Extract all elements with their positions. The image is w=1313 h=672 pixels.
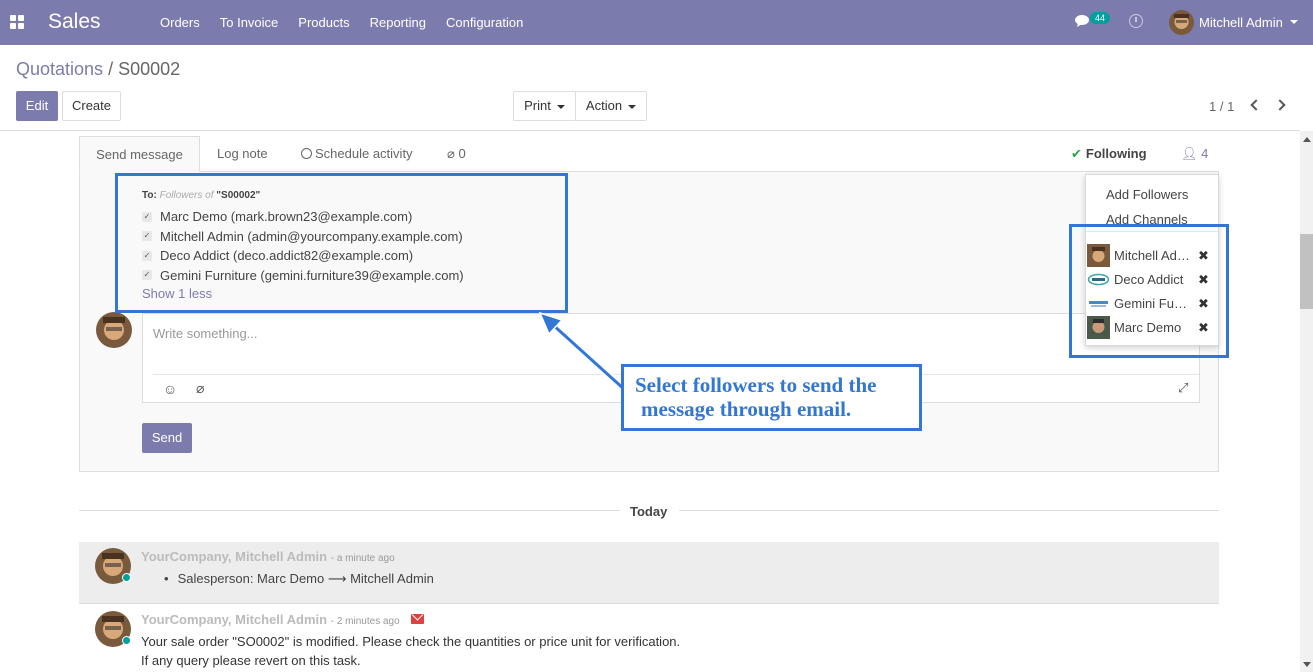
apps-menu-icon[interactable] — [10, 15, 24, 29]
pager-value[interactable]: 1 / 1 — [1209, 99, 1234, 114]
add-followers-item[interactable]: Add Followers — [1106, 187, 1188, 202]
menu-item-reporting[interactable]: Reporting — [370, 0, 426, 45]
composer-avatar — [96, 312, 132, 348]
edit-button[interactable]: Edit — [16, 91, 58, 121]
tab-attachments[interactable]: ⌀ 0 — [447, 136, 466, 172]
print-caret-icon — [556, 104, 565, 109]
date-separator: Today — [630, 504, 668, 519]
action-label: Action — [585, 98, 623, 113]
message-placeholder: Write something... — [153, 326, 258, 341]
menu-item-products[interactable]: Products — [298, 0, 349, 45]
message-author[interactable]: YourCompany, Mitchell Admin - a minute a… — [141, 549, 395, 564]
print-label: Print — [524, 98, 551, 113]
user-avatar[interactable] — [1169, 10, 1194, 35]
message-body-line: If any query please revert on this task. — [141, 653, 361, 668]
author-name: YourCompany, Mitchell Admin — [141, 612, 328, 627]
send-button[interactable]: Send — [142, 423, 192, 453]
tab-schedule-activity[interactable]: Schedule activity — [301, 136, 413, 172]
breadcrumb-separator: / — [108, 59, 114, 79]
user-name[interactable]: Mitchell Admin — [1199, 15, 1283, 30]
user-menu-caret-icon[interactable] — [1290, 20, 1298, 24]
menu-item-to-invoice[interactable]: To Invoice — [220, 0, 279, 45]
annotation-callout: Select followers to send the message thr… — [621, 364, 922, 431]
main-menu: Orders To Invoice Products Reporting Con… — [160, 0, 543, 45]
app-name[interactable]: Sales — [48, 10, 101, 34]
create-button[interactable]: Create — [62, 91, 121, 121]
tab-send-message[interactable]: Send message — [79, 136, 200, 172]
chat-count-badge: 44 — [1090, 12, 1111, 24]
message-author[interactable]: YourCompany, Mitchell Admin - 2 minutes … — [141, 612, 400, 627]
following-label: Following — [1085, 146, 1147, 161]
message-body-line: Your sale order "SO0002" is modified. Pl… — [141, 634, 681, 649]
vertical-scrollbar[interactable] — [1300, 131, 1313, 672]
online-status-icon — [122, 636, 131, 645]
message-time: - 2 minutes ago — [330, 616, 400, 627]
scrollbar-thumb[interactable] — [1300, 234, 1313, 309]
callout-line-1: Select followers to send the — [635, 373, 877, 397]
menu-item-orders[interactable]: Orders — [160, 0, 200, 45]
breadcrumb-quotations[interactable]: Quotations — [16, 59, 103, 79]
menu-item-configuration[interactable]: Configuration — [446, 0, 523, 45]
author-name: YourCompany, Mitchell Admin — [141, 549, 328, 564]
callout-line-2: message through email. — [641, 397, 852, 421]
recipients-highlight-box — [115, 173, 568, 313]
top-navbar: Sales Orders To Invoice Products Reporti… — [0, 0, 1313, 45]
date-separator-line — [679, 510, 1219, 511]
tracking-change: Salesperson: Marc Demo ⟶ Mitchell Admin — [164, 571, 434, 587]
message-time: - a minute ago — [330, 553, 395, 564]
envelope-icon[interactable] — [411, 614, 424, 624]
action-caret-icon — [628, 104, 637, 109]
paperclip-icon: ⌀ — [447, 146, 455, 161]
chat-icon[interactable] — [1075, 14, 1091, 28]
emoji-icon[interactable]: ☺ — [163, 381, 177, 397]
followers-count: 4 — [1201, 146, 1209, 161]
tab-log-note[interactable]: Log note — [217, 136, 268, 172]
attachments-count: 0 — [458, 146, 466, 161]
following-toggle[interactable]: ✔ Following — [1071, 146, 1147, 162]
followers-button[interactable]: 👤︎ 4 — [1181, 146, 1208, 162]
check-icon: ✔ — [1071, 146, 1082, 161]
online-status-icon — [122, 573, 131, 582]
followers-highlight-box — [1069, 224, 1229, 358]
expand-icon[interactable]: ⤢ — [1178, 380, 1188, 396]
pager-next-icon[interactable] — [1274, 99, 1286, 111]
scroll-down-arrow-icon[interactable] — [1303, 662, 1311, 667]
attach-file-icon[interactable]: ⌀ — [196, 380, 204, 397]
pager-previous-icon[interactable] — [1250, 99, 1262, 111]
breadcrumb: Quotations / S00002 — [16, 59, 180, 80]
annotation-arrow-icon — [538, 311, 628, 393]
control-panel-divider — [0, 130, 1300, 131]
action-button[interactable]: Action — [575, 91, 647, 121]
clock-icon — [301, 148, 312, 159]
scroll-up-arrow-icon[interactable] — [1303, 137, 1311, 142]
schedule-activity-label: Schedule activity — [315, 146, 413, 161]
breadcrumb-current: S00002 — [118, 59, 181, 79]
print-button[interactable]: Print — [513, 91, 576, 121]
user-icon: 👤︎ — [1181, 146, 1198, 161]
date-separator-line — [79, 510, 620, 511]
activity-clock-icon[interactable] — [1129, 14, 1143, 28]
